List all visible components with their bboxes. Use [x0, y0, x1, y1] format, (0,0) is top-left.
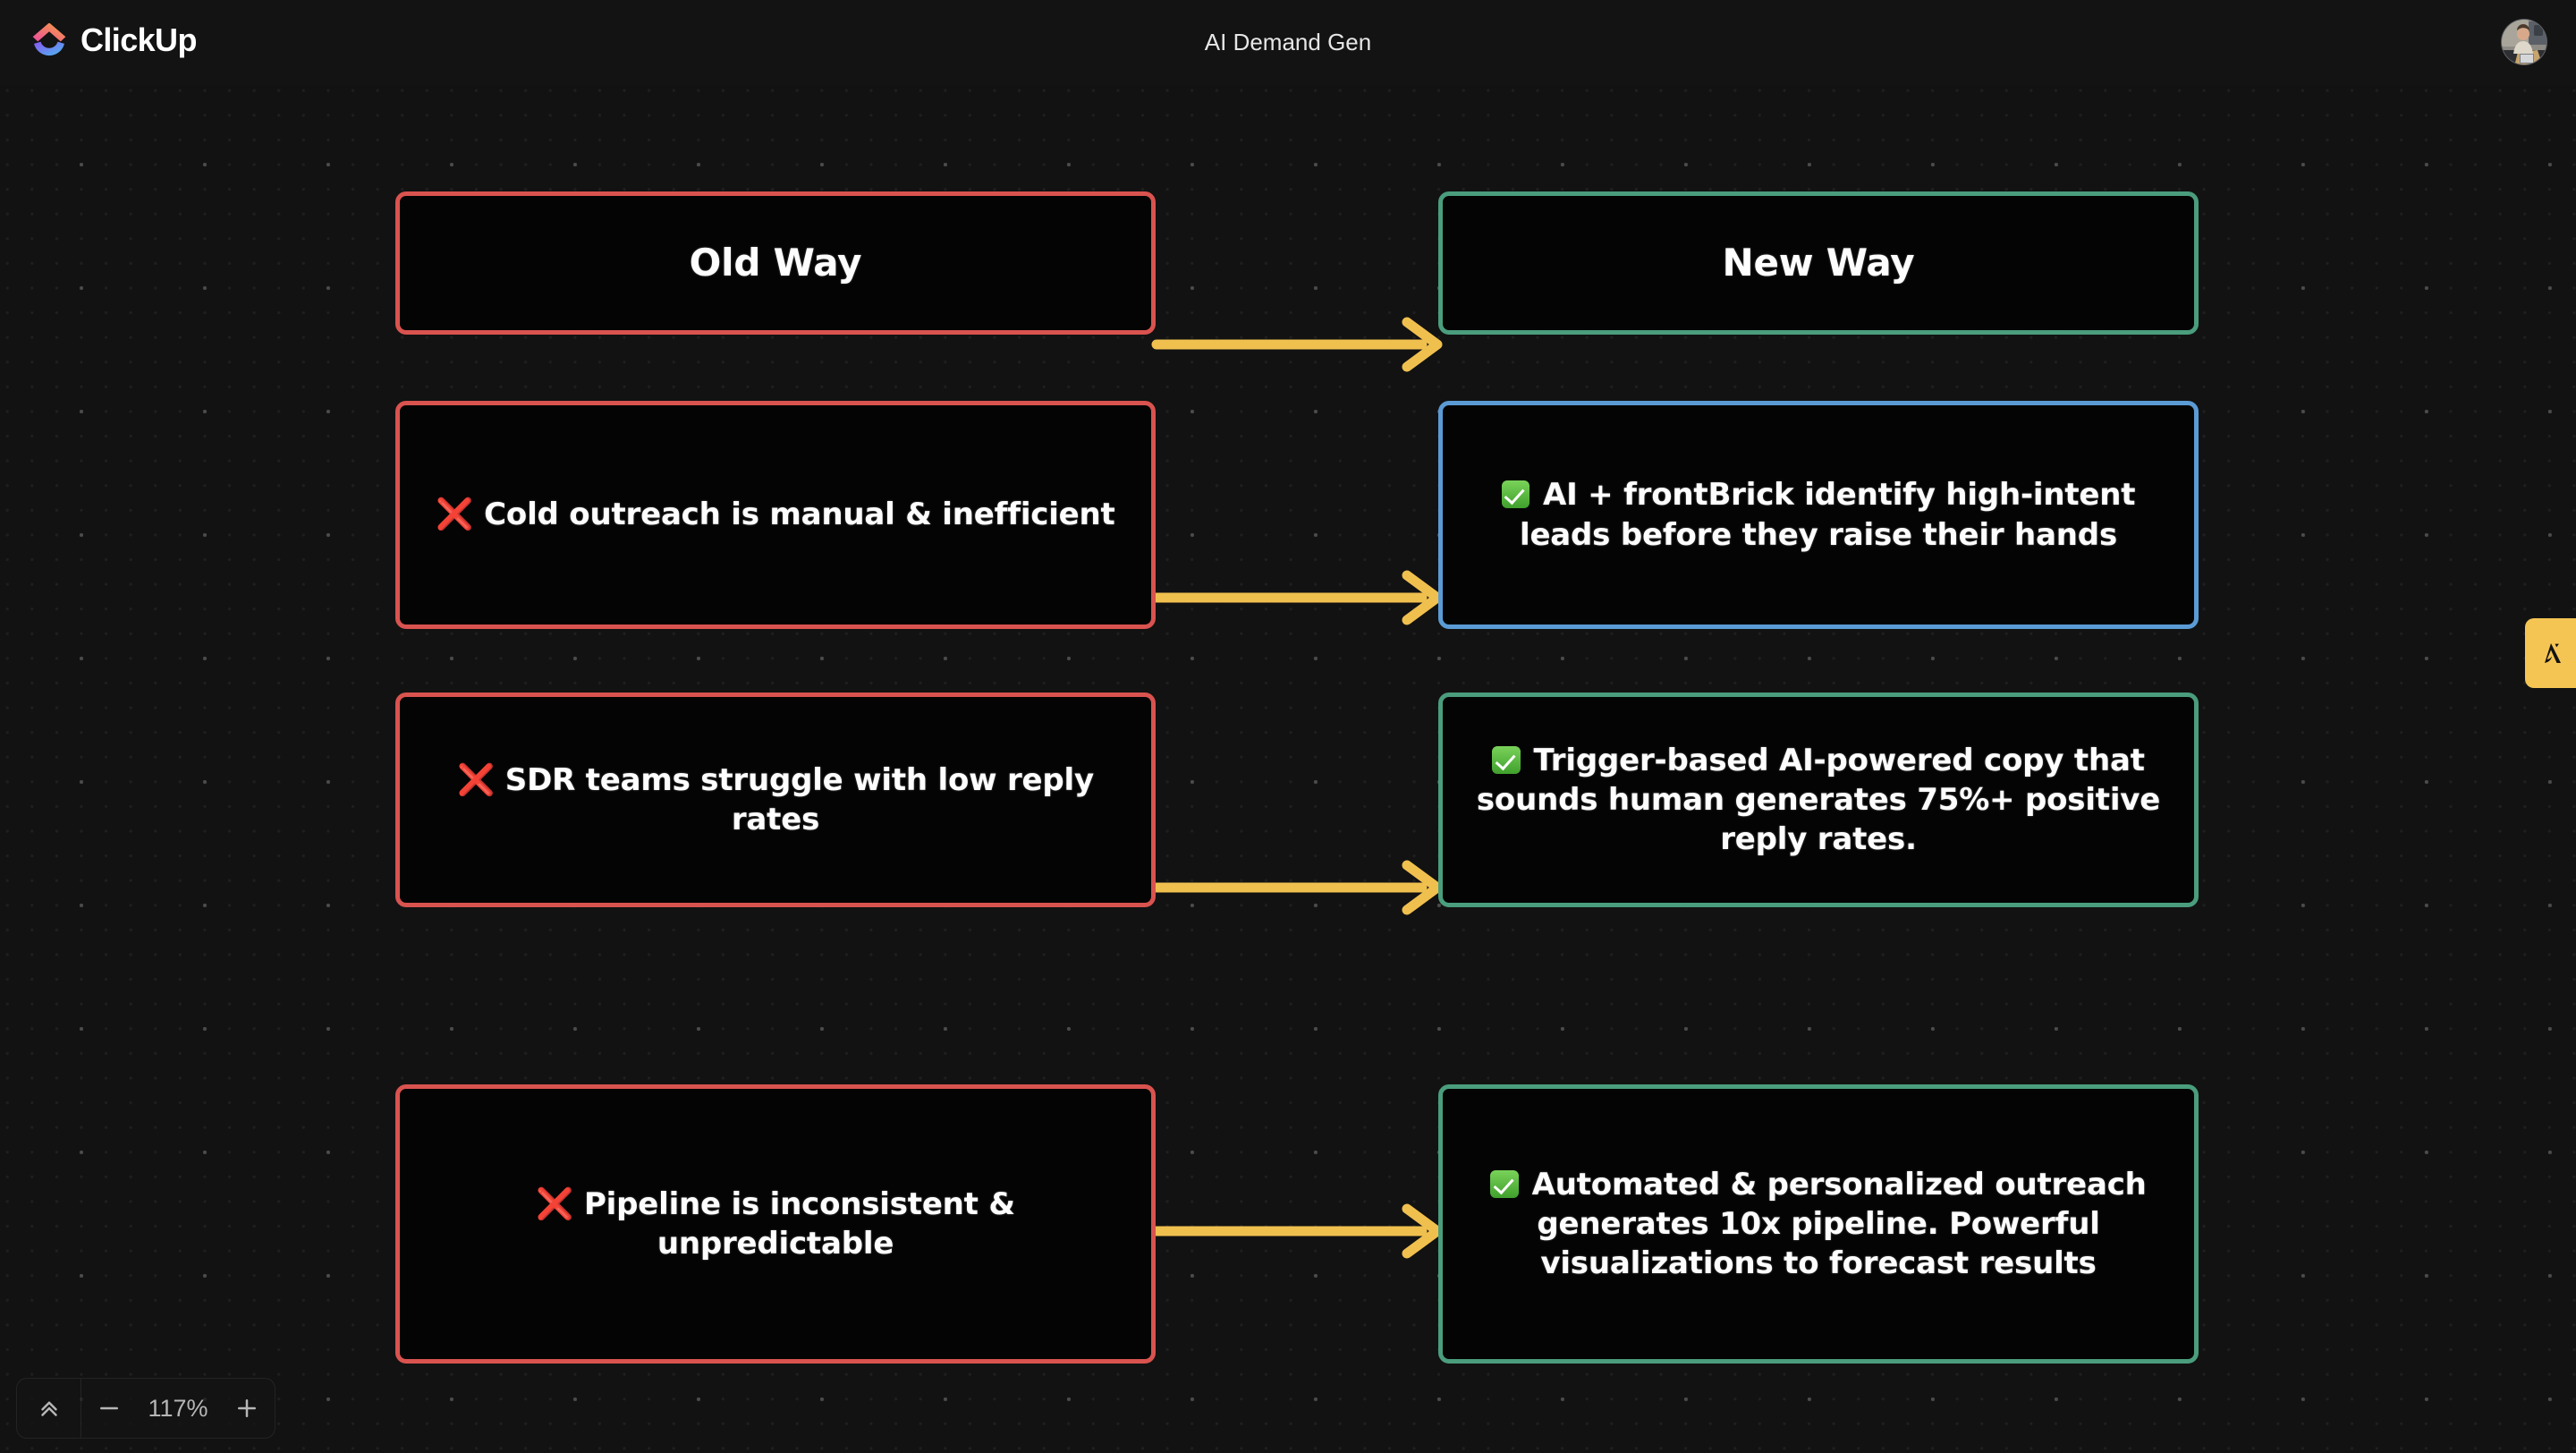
node-gain-3-text: Automated & personalized outreach genera…	[1531, 1166, 2147, 1282]
connector-arrow-2[interactable]	[1149, 566, 1453, 629]
cross-mark-icon: ❌	[457, 761, 496, 798]
node-pain-2-label: ❌ SDR teams struggle with low reply rate…	[400, 760, 1151, 839]
node-new-way-label: New Way	[1722, 240, 1915, 285]
connector-arrow-3[interactable]	[1149, 856, 1453, 919]
node-gain-2-text: Trigger-based AI-powered copy that sound…	[1476, 742, 2161, 858]
check-mark-button-icon	[1490, 1169, 1519, 1198]
apollo-drawer-tab[interactable]	[2525, 618, 2576, 688]
check-mark-button-icon	[1492, 745, 1521, 774]
node-gain-1[interactable]: AI + frontBrick identify high-intent lea…	[1438, 401, 2199, 629]
node-gain-3-label: Automated & personalized outreach genera…	[1443, 1165, 2194, 1284]
clickup-logo[interactable]: ClickUp	[30, 15, 197, 65]
node-old-way-label: Old Way	[689, 240, 862, 285]
connector-arrow-1[interactable]	[1149, 313, 1453, 376]
node-pain-1-text: Cold outreach is manual & inefficient	[484, 497, 1115, 533]
zoom-in-button[interactable]	[219, 1379, 275, 1438]
app-root: Old Way New Way ❌ Cold outreach is manua…	[0, 0, 2576, 1453]
node-pain-2[interactable]: ❌ SDR teams struggle with low reply rate…	[395, 693, 1156, 907]
connector-arrow-4[interactable]	[1149, 1200, 1453, 1262]
collapse-panel-button[interactable]	[17, 1379, 81, 1438]
node-pain-1-label: ❌ Cold outreach is manual & inefficient	[412, 495, 1138, 534]
node-gain-3[interactable]: Automated & personalized outreach genera…	[1438, 1084, 2199, 1364]
node-gain-1-label: AI + frontBrick identify high-intent lea…	[1443, 475, 2194, 554]
clickup-logo-icon	[32, 22, 66, 56]
node-gain-1-text: AI + frontBrick identify high-intent lea…	[1519, 477, 2136, 553]
zoom-out-button[interactable]	[81, 1379, 137, 1438]
node-pain-1[interactable]: ❌ Cold outreach is manual & inefficient	[395, 401, 1156, 629]
node-pain-2-text: SDR teams struggle with low reply rates	[504, 761, 1094, 837]
cross-mark-icon: ❌	[536, 1185, 574, 1222]
zoom-toolbar: 117%	[16, 1378, 275, 1439]
apollo-logo-icon	[2544, 643, 2561, 663]
node-old-way[interactable]: Old Way	[395, 191, 1156, 335]
check-mark-button-icon	[1501, 480, 1530, 509]
zoom-level-label[interactable]: 117%	[137, 1395, 219, 1423]
minus-icon	[100, 1406, 118, 1410]
chevrons-up-icon	[40, 1401, 57, 1416]
app-header: ClickUp AI Demand Gen	[0, 0, 2576, 85]
avatar-photo	[2502, 20, 2546, 64]
avatar[interactable]	[2501, 19, 2547, 65]
node-gain-2[interactable]: Trigger-based AI-powered copy that sound…	[1438, 693, 2199, 907]
node-gain-2-label: Trigger-based AI-powered copy that sound…	[1443, 741, 2194, 860]
clickup-wordmark: ClickUp	[80, 21, 197, 58]
node-pain-3-label: ❌ Pipeline is inconsistent & unpredictab…	[400, 1185, 1151, 1263]
whiteboard-canvas[interactable]: Old Way New Way ❌ Cold outreach is manua…	[0, 85, 2576, 1453]
page-title: AI Demand Gen	[1204, 29, 1372, 55]
cross-mark-icon: ❌	[436, 497, 474, 533]
node-pain-3[interactable]: ❌ Pipeline is inconsistent & unpredictab…	[395, 1084, 1156, 1364]
node-pain-3-text: Pipeline is inconsistent & unpredictable	[583, 1185, 1015, 1262]
plus-icon	[238, 1399, 256, 1417]
node-new-way[interactable]: New Way	[1438, 191, 2199, 335]
